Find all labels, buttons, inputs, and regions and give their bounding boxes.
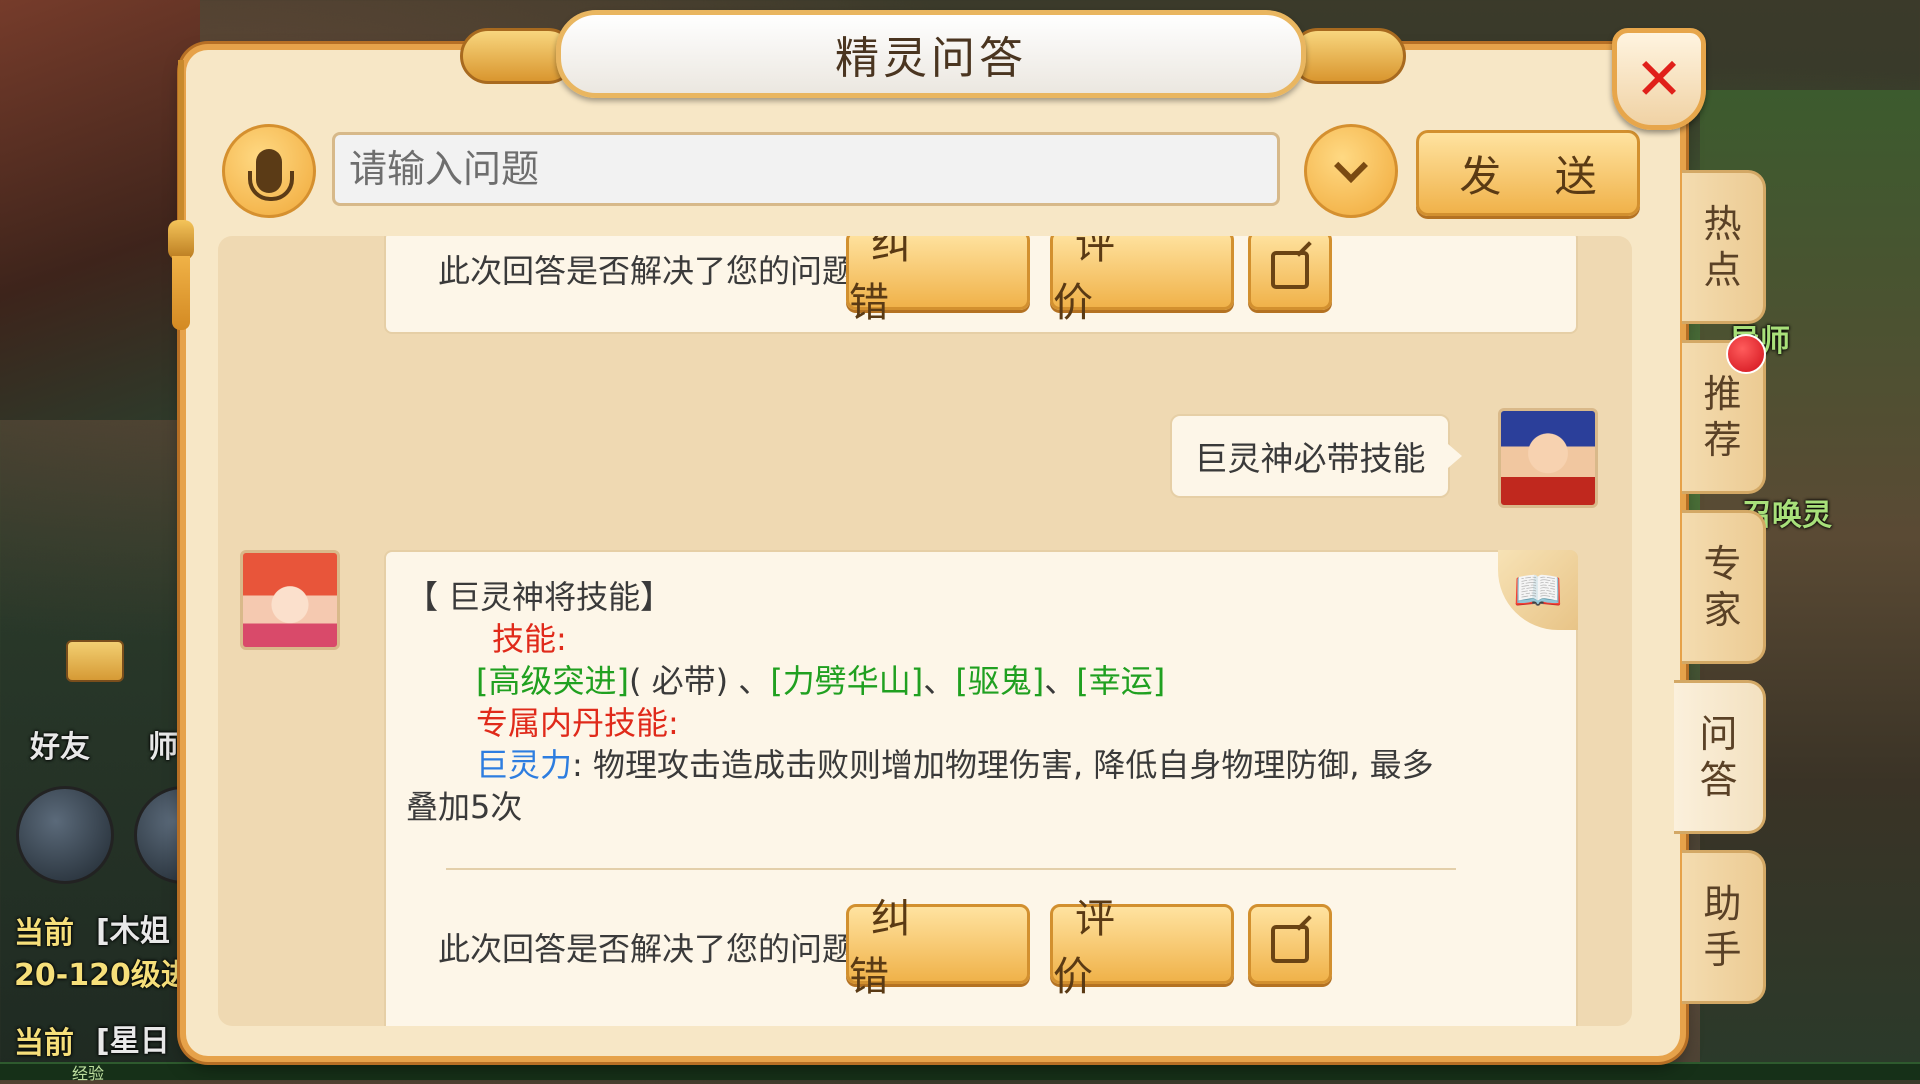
skills-line: [高级突进]( 必带) 、[力劈华山]、[驱鬼]、[幸运]: [476, 656, 1165, 702]
share-icon: [1271, 925, 1309, 963]
tassel-decoration: [166, 60, 196, 330]
share-button[interactable]: [1248, 236, 1332, 310]
exp-label: 经验: [72, 1064, 105, 1083]
friends-label[interactable]: 好友: [30, 722, 90, 766]
quest-name-2[interactable]: [星日: [96, 1016, 170, 1060]
tab-hot[interactable]: 热点: [1682, 170, 1766, 324]
chat-icon[interactable]: [16, 786, 114, 884]
close-icon: ✕: [1634, 45, 1684, 113]
share-button[interactable]: [1248, 904, 1332, 984]
neidan-link[interactable]: 巨灵力: [476, 746, 572, 784]
title-ornament-right: [1290, 28, 1406, 84]
notification-dot: [1726, 334, 1766, 374]
experience-bar: 经验: [0, 1062, 1920, 1083]
sprite-avatar: [240, 550, 340, 650]
neidan-desc-cont: 叠加5次: [406, 788, 523, 826]
tab-qa[interactable]: 问答: [1674, 680, 1766, 834]
question-input[interactable]: [332, 132, 1280, 206]
side-tabs: 热点 推荐 专家 问答 助手: [1674, 170, 1766, 1020]
quest-detail: 20-120级进: [14, 958, 191, 993]
rate-button[interactable]: 评 价: [1050, 896, 1234, 1000]
tab-expert[interactable]: 专家: [1682, 510, 1766, 664]
skill-link[interactable]: [力劈华山]: [770, 662, 923, 700]
correct-button[interactable]: 纠 错: [846, 236, 1030, 326]
user-avatar: [1498, 408, 1598, 508]
correct-button[interactable]: 纠 错: [846, 896, 1030, 1000]
neidan-label: 专属内丹技能:: [476, 704, 679, 742]
master-label[interactable]: 师: [148, 722, 178, 766]
answer-heading: 【 巨灵神将技能】: [406, 578, 673, 616]
mail-icon[interactable]: [66, 640, 124, 682]
skill-note: ( 必带) 、: [628, 662, 771, 700]
neidan-line: 巨灵力: 物理攻击造成击败则增加物理伤害, 降低自身物理防御, 最多: [476, 740, 1434, 786]
neidan-desc: : 物理攻击造成击败则增加物理伤害, 降低自身物理防御, 最多: [572, 746, 1434, 784]
previous-answer-card: 此次回答是否解决了您的问题? 纠 错 评 价: [384, 236, 1578, 334]
user-message-bubble: 巨灵神必带技能: [1170, 414, 1462, 498]
microphone-icon: [248, 149, 294, 201]
skill-link[interactable]: [幸运]: [1076, 662, 1165, 700]
feedback-question: 此次回答是否解决了您的问题?: [438, 252, 871, 290]
chevron-down-icon: [1334, 149, 1368, 183]
dialog-title-plaque: 精灵问答: [556, 10, 1306, 98]
dialog-title: 精灵问答: [835, 33, 1027, 84]
skill-link[interactable]: [驱鬼]: [955, 662, 1044, 700]
voice-input-button[interactable]: [222, 124, 316, 218]
quest-current-label-2: 当前: [14, 1026, 74, 1061]
close-button[interactable]: ✕: [1612, 28, 1706, 130]
separator: 、: [1044, 662, 1077, 700]
tab-assistant[interactable]: 助手: [1682, 850, 1766, 1004]
separator: 、: [923, 662, 956, 700]
rate-button[interactable]: 评 价: [1050, 236, 1234, 326]
feedback-question: 此次回答是否解决了您的问题?: [438, 930, 871, 968]
quest-current-label: 当前: [14, 916, 74, 951]
book-icon[interactable]: 📖: [1498, 550, 1578, 630]
history-dropdown-button[interactable]: [1304, 124, 1398, 218]
share-icon: [1271, 251, 1309, 289]
answer-card: 📖 【 巨灵神将技能】 技能: [高级突进]( 必带) 、[力劈华山]、[驱鬼]…: [384, 550, 1578, 1026]
answer-divider: [446, 868, 1456, 870]
user-message: 巨灵神必带技能: [1194, 439, 1426, 478]
send-button[interactable]: 发 送: [1416, 130, 1640, 216]
skills-label: 技能:: [492, 620, 567, 658]
chat-area[interactable]: 此次回答是否解决了您的问题? 纠 错 评 价 巨灵神必带技能 📖 【 巨灵神将技…: [218, 236, 1632, 1026]
skill-link[interactable]: [高级突进]: [476, 662, 629, 700]
quest-name[interactable]: [木姐: [96, 906, 170, 950]
